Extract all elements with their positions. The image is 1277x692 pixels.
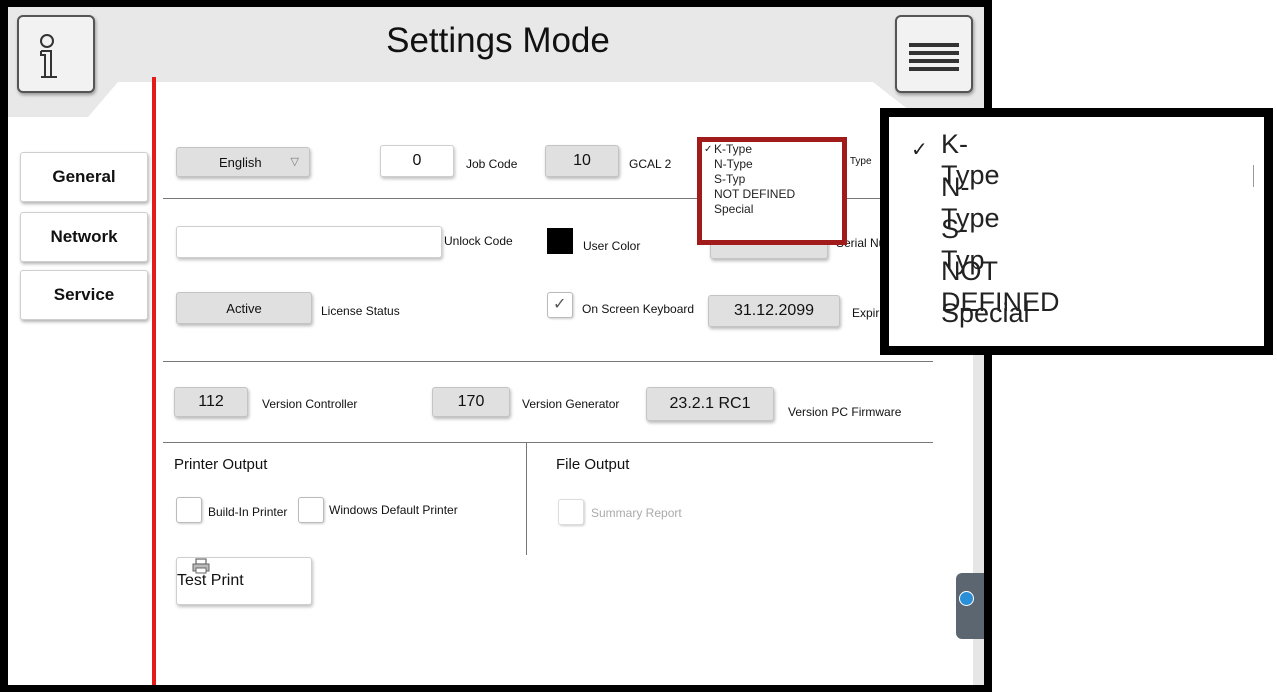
vertical-divider [526,443,527,555]
expiry-label: Expir [852,306,880,320]
content-panel: Settings Mode General Network Service En… [8,7,984,685]
job-code-label: Job Code [466,157,518,171]
language-select[interactable]: English ▽ [176,147,310,177]
version-pc-firmware-field: 23.2.1 RC1 [646,387,774,421]
remote-tab-icon [959,591,974,606]
printer-output-title: Printer Output [174,456,268,473]
test-print-label: Test Print [177,572,244,589]
tc-type-dropdown[interactable]: ✓ K-Type N-Type S-Typ NOT DEFINED Special [697,137,847,245]
zoomed-option-label: Special [941,298,1030,328]
windows-default-printer-checkbox[interactable] [298,497,324,523]
content-panel-shape [8,77,973,685]
divider [163,442,933,443]
unlock-code-label: Unlock Code [444,234,513,248]
dropdown-option-label: N-Type [714,157,753,171]
version-generator-label: Version Generator [522,397,620,411]
info-icon [40,34,57,78]
settings-window: Settings Mode General Network Service En… [8,7,984,685]
dropdown-option[interactable]: NOT DEFINED [702,187,842,202]
chevron-down-icon: ▽ [290,156,299,168]
user-color-swatch[interactable] [547,228,573,254]
check-icon: ✓ [704,144,713,155]
summary-report-label: Summary Report [591,506,682,520]
file-output-title: File Output [556,456,630,473]
on-screen-keyboard-checkbox[interactable]: ✓ [547,292,573,318]
side-handle[interactable] [956,573,984,639]
app-window: Settings Mode General Network Service En… [0,0,992,692]
zoomed-dropdown: ✓ K-Type N-Type S-Typ NOT DEFINED Special [889,117,1264,346]
divider [163,361,933,362]
check-icon: ✓ [911,139,928,161]
dropdown-option[interactable]: Special [702,202,842,217]
job-code-input[interactable]: 0 [380,145,454,177]
summary-report-checkbox[interactable] [558,499,584,525]
windows-default-printer-label: Windows Default Printer [329,503,458,517]
check-icon: ✓ [553,296,567,313]
unlock-code-input[interactable] [176,226,442,258]
user-color-label: User Color [583,239,641,253]
language-select-value: English [219,154,262,170]
clipped-edge [1253,165,1264,187]
zoomed-dropdown-callout: ✓ K-Type N-Type S-Typ NOT DEFINED Special [880,108,1273,355]
on-screen-keyboard-label: On Screen Keyboard [582,302,695,316]
version-controller-label: Version Controller [262,397,358,411]
version-generator-field: 170 [432,387,510,417]
version-pc-firmware-label: Version PC Firmware [788,405,902,419]
version-controller-field: 112 [174,387,248,417]
page-title: Settings Mode [386,21,610,60]
license-status-field: Active [176,292,312,324]
build-in-printer-checkbox[interactable] [176,497,202,523]
dropdown-option-label: K-Type [714,142,753,156]
gcal2-label: GCAL 2 [629,157,672,171]
printer-icon [192,558,210,574]
dropdown-option[interactable]: ✓ K-Type [702,142,842,157]
dropdown-option-label: NOT DEFINED [714,187,796,201]
dropdown-option-label: S-Typ [714,172,746,186]
sidebar-item-general[interactable]: General [20,152,148,202]
sidebar-item-service[interactable]: Service [20,270,148,320]
test-print-button[interactable]: Test Print [176,557,312,605]
dropdown-option[interactable]: S-Typ [702,172,842,187]
hamburger-menu-icon [909,43,959,71]
info-button[interactable] [17,15,95,93]
sidebar-item-network[interactable]: Network [20,212,148,262]
menu-button[interactable] [895,15,973,93]
license-status-label: License Status [321,304,400,318]
build-in-printer-label: Build-In Printer [208,505,288,519]
gcal2-input[interactable]: 10 [545,145,619,177]
zoomed-dropdown-list: ✓ K-Type N-Type S-Typ NOT DEFINED Special [889,117,1264,346]
dropdown-option[interactable]: N-Type [702,157,842,172]
dropdown-option-label: Special [714,202,754,216]
expiry-date-field: 31.12.2099 [708,295,840,327]
